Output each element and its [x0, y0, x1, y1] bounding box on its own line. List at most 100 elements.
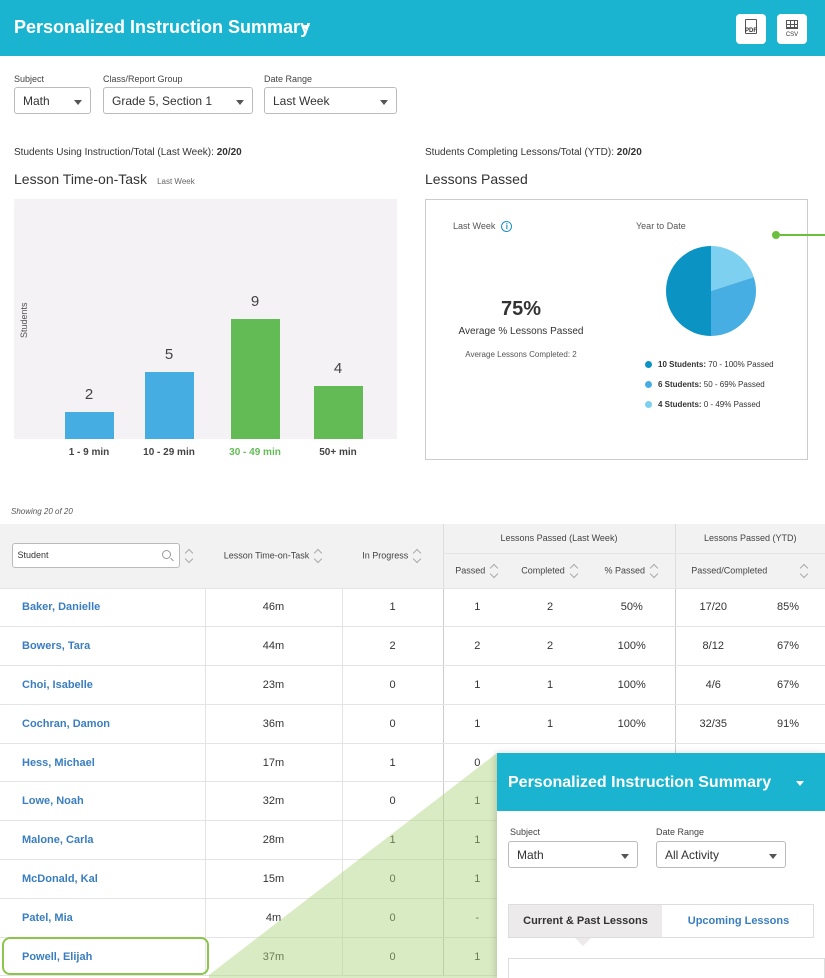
sort-icon[interactable] [414, 549, 422, 563]
student-name-link[interactable]: Patel, Mia [0, 898, 205, 938]
time-on-task-cell: 46m [204, 588, 342, 628]
chevron-down-icon [380, 100, 388, 105]
class-select[interactable]: Grade 5, Section 1 [103, 87, 253, 114]
percent-passed-cell: 100% [589, 626, 675, 667]
time-on-task-header[interactable]: Lesson Time-on-Task [205, 524, 342, 589]
tab-upcoming-lessons[interactable]: Upcoming Lessons [662, 905, 815, 937]
table-row: Cochran, Damon 36m 0 1 1 100% 32/35 91% [0, 704, 825, 744]
passed-completed-header[interactable]: Passed/Completed [674, 553, 825, 589]
student-name-link[interactable]: Choi, Isabelle [0, 665, 205, 705]
time-on-task-cell: 17m [204, 743, 342, 783]
ytd-percent-cell: 91% [751, 704, 825, 744]
completed-header[interactable]: Completed [511, 553, 589, 589]
ytd-passed-completed-cell: 8/12 [674, 626, 751, 667]
sort-icon[interactable] [315, 549, 323, 563]
csv-export-button[interactable]: CSV [777, 14, 807, 44]
sort-icon[interactable] [491, 564, 499, 578]
in-progress-cell: 0 [341, 937, 443, 977]
bar-category-label: 50+ min [319, 447, 357, 458]
student-name-link[interactable]: Hess, Michael [0, 743, 205, 783]
student-name-link[interactable]: Baker, Danielle [0, 588, 205, 628]
legend-dot [645, 381, 652, 388]
title-dropdown-icon[interactable] [302, 25, 310, 30]
sort-icon[interactable] [186, 549, 194, 563]
ytd-passed-completed-cell: 4/6 [674, 665, 751, 705]
legend-range: 0 - 49% Passed [701, 400, 761, 409]
csv-label: CSV [785, 32, 799, 38]
student-name-link[interactable]: Malone, Carla [0, 820, 205, 861]
chevron-down-icon [74, 100, 82, 105]
time-on-task-title: Lesson Time-on-Task Last Week [14, 171, 195, 187]
completed-header-label: Completed [521, 564, 565, 575]
lessons-passed-title: Lessons Passed [425, 171, 528, 187]
average-percent-value: 75% [500, 298, 542, 320]
pie-slice[interactable] [666, 246, 711, 336]
page-title[interactable]: Personalized Instruction Summary [14, 17, 310, 38]
in-progress-cell: 1 [341, 588, 443, 628]
zoom-subject-select[interactable]: Math [508, 841, 638, 868]
ytd-pie-chart [666, 246, 756, 336]
sort-icon[interactable] [801, 564, 809, 578]
chevron-down-icon[interactable] [796, 781, 804, 786]
student-name-link[interactable]: Lowe, Noah [0, 781, 205, 822]
legend-item: 10 Students: 70 - 100% Passed [645, 360, 774, 369]
student-name-link[interactable]: McDonald, Kal [0, 859, 205, 899]
student-search-placeholder: Student [17, 550, 49, 561]
pdf-label: PDF [745, 28, 757, 34]
students-using-label: Students Using Instruction/Total (Last W… [14, 147, 214, 158]
zoom-page-title[interactable]: Personalized Instruction Summary [508, 774, 771, 792]
info-icon[interactable]: i [501, 221, 513, 233]
student-name-link[interactable]: Bowers, Tara [0, 626, 205, 667]
subject-select[interactable]: Math [14, 87, 91, 114]
students-completing-label: Students Completing Lessons/Total (YTD): [425, 147, 614, 158]
search-icon [161, 550, 171, 560]
average-percent-caption: Average % Lessons Passed [458, 326, 584, 337]
time-on-task-cell: 37m [204, 937, 342, 977]
percent-passed-cell: 100% [589, 704, 675, 744]
in-progress-cell: 0 [341, 898, 443, 938]
zoom-date-range-value: All Activity [665, 848, 720, 862]
bar-category-label: 10 - 29 min [143, 447, 195, 458]
ytd-percent-cell: 67% [751, 626, 825, 667]
students-using-stat: Students Using Instruction/Total (Last W… [14, 147, 242, 158]
time-on-task-cell: 44m [204, 626, 342, 667]
student-search-input[interactable]: Student [11, 543, 180, 569]
table-row: Bowers, Tara 44m 2 2 2 100% 8/12 67% [0, 626, 825, 667]
in-progress-cell: 0 [341, 781, 443, 822]
lessons-passed-panel: Last Week i Year to Date 75% Average % Le… [425, 199, 808, 460]
sort-icon[interactable] [571, 564, 579, 578]
bar-value-label: 5 [164, 346, 174, 364]
percent-passed-header[interactable]: % Passed [589, 553, 675, 589]
passed-header[interactable]: Passed [442, 553, 511, 589]
date-range-select[interactable]: Last Week [264, 87, 397, 114]
pdf-export-button[interactable]: PDF [736, 14, 766, 44]
chevron-down-icon [236, 100, 244, 105]
passed-cell: 1 [442, 588, 511, 628]
bar-value-label: 9 [250, 293, 260, 310]
passed-cell: 1 [442, 704, 511, 744]
time-on-task-cell: 4m [204, 898, 342, 938]
completed-cell: 2 [511, 626, 589, 667]
in-progress-header[interactable]: In Progress [342, 524, 443, 589]
zoom-date-range-label: Date Range [656, 827, 705, 837]
completed-cell: 1 [511, 665, 589, 705]
sort-icon[interactable] [651, 564, 659, 578]
ytd-passed-completed-cell: 32/35 [674, 704, 751, 744]
chart-bar[interactable] [231, 319, 280, 439]
student-name-link[interactable]: Cochran, Damon [0, 704, 205, 744]
bar-category-label: 1 - 9 min [68, 447, 110, 458]
chart-bar[interactable] [314, 385, 363, 439]
legend-item: 4 Students: 0 - 49% Passed [645, 400, 760, 409]
date-range-value: Last Week [273, 94, 330, 108]
completed-cell: 2 [511, 588, 589, 628]
students-completing-value: 20/20 [616, 147, 642, 158]
time-on-task-cell: 36m [204, 704, 342, 744]
tab-current-past-lessons[interactable]: Current & Past Lessons [509, 905, 662, 937]
subject-value: Math [23, 94, 50, 108]
time-on-task-cell: 15m [204, 859, 342, 899]
chart-bar[interactable] [65, 412, 114, 439]
table-row: Choi, Isabelle 23m 0 1 1 100% 4/6 67% [0, 665, 825, 705]
csv-icon [786, 20, 798, 29]
chart-bar[interactable] [145, 372, 194, 439]
zoom-date-range-select[interactable]: All Activity [656, 841, 786, 868]
